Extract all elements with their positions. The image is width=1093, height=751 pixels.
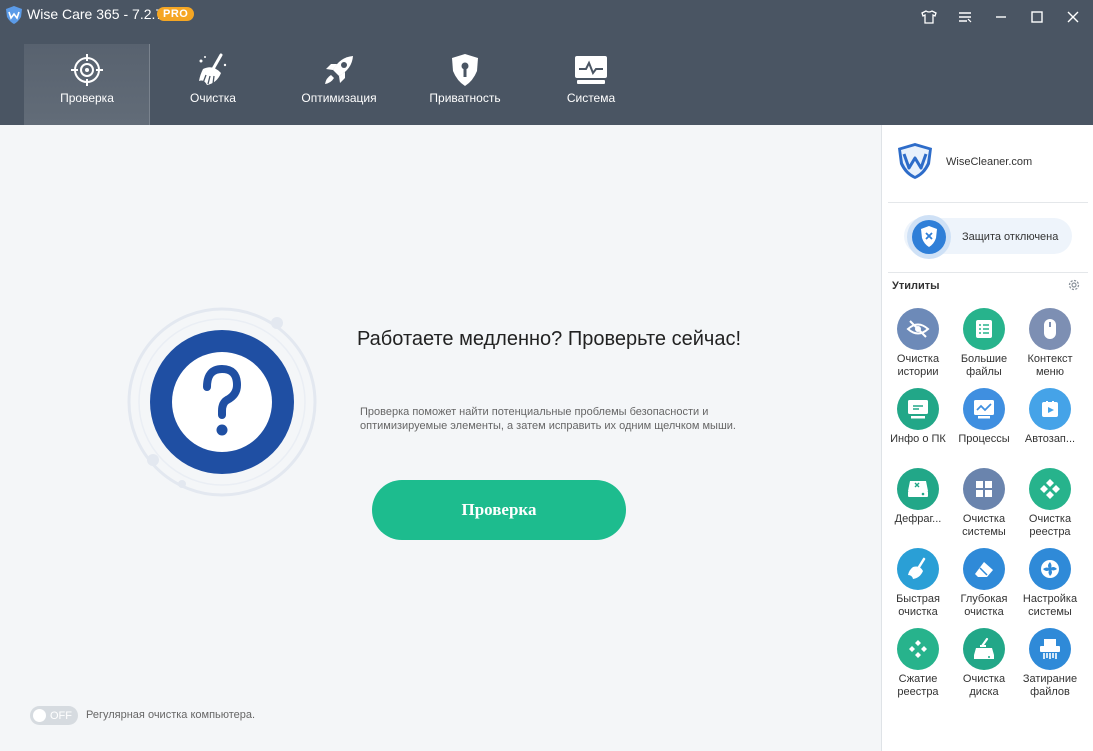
tab-cleanup[interactable]: Очистка <box>150 44 276 125</box>
gear-icon[interactable] <box>1067 278 1081 292</box>
scan-button[interactable]: Проверка <box>372 480 626 540</box>
utility-label: Очистка системы <box>962 513 1006 538</box>
tab-privacy[interactable]: Приватность <box>402 44 528 125</box>
utility-deep-cleaner[interactable]: Глубокая очистка <box>951 548 1017 619</box>
close-button[interactable] <box>1060 4 1086 30</box>
brand-link[interactable]: WiseCleaner.com <box>946 156 1032 168</box>
page-headline: Работаете медленно? Проверьте сейчас! <box>357 328 741 350</box>
utility-system-cleaner[interactable]: Очистка системы <box>951 468 1017 539</box>
maximize-icon <box>1031 11 1043 23</box>
activity-chart-icon <box>974 400 994 419</box>
app-title: Wise Care 365 - 7.2.7 <box>27 6 164 22</box>
minimize-icon <box>996 16 1006 18</box>
app-logo-icon <box>6 6 22 24</box>
utility-disk-cleaner[interactable]: Очистка диска <box>951 628 1017 699</box>
utility-label: Процессы <box>958 433 1010 445</box>
utility-label: Большие файлы <box>960 353 1008 378</box>
schedule-label: Регулярная очистка компьютера. <box>86 709 256 721</box>
utility-startup[interactable]: Автозап... <box>1017 388 1083 446</box>
tab-label: Проверка <box>60 91 114 105</box>
utility-context-menu[interactable]: Контекст меню <box>1017 308 1083 379</box>
hard-drive-icon <box>908 481 928 497</box>
utility-label: Настройка системы <box>1022 593 1078 618</box>
utility-registry-cleaner[interactable]: Очистка реестра <box>1017 468 1083 539</box>
question-ring-icon <box>127 307 317 497</box>
tab-check[interactable]: Проверка <box>24 44 150 125</box>
title-bar: Wise Care 365 - 7.2.7 PRO <box>0 0 1093 32</box>
utility-label: Быстрая очистка <box>896 593 940 618</box>
utility-label: Затирание файлов <box>1022 673 1078 698</box>
skin-button[interactable] <box>916 4 942 30</box>
broom-icon <box>199 53 227 85</box>
utility-label: Очистка реестра <box>1028 513 1072 538</box>
close-icon <box>1067 11 1079 23</box>
utility-file-shredder[interactable]: Затирание файлов <box>1017 628 1083 699</box>
wisecleaner-logo-icon <box>898 143 932 179</box>
tab-label: Система <box>566 91 616 105</box>
schedule-toggle[interactable]: OFF <box>30 706 78 725</box>
utility-large-files[interactable]: Большие файлы <box>951 308 1017 379</box>
protection-status-label: Защита отключена <box>962 231 1059 243</box>
registry-cubes-icon <box>1040 479 1060 499</box>
utility-label: Глубокая очистка <box>960 593 1008 618</box>
tab-label: Оптимизация <box>301 91 377 105</box>
utility-label: Сжатие реестра <box>897 673 939 698</box>
crosshair-icon <box>71 54 103 86</box>
tshirt-icon <box>921 10 937 24</box>
divider <box>888 272 1088 273</box>
pro-badge: PRO <box>157 7 195 21</box>
monitor-pulse-icon <box>575 56 607 84</box>
shield-x-icon <box>907 215 951 259</box>
eye-slash-icon <box>906 320 930 338</box>
header: Wise Care 365 - 7.2.7 PRO Проверка Очист… <box>0 0 1093 125</box>
tab-label: Приватность <box>429 91 501 105</box>
utility-label: Инфо о ПК <box>890 433 946 445</box>
maximize-button[interactable] <box>1024 4 1050 30</box>
tab-label: Очистка <box>190 91 236 105</box>
disk-clean-icon <box>974 637 994 659</box>
utility-pc-info[interactable]: Инфо о ПК <box>885 388 951 446</box>
utilities-title: Утилиты <box>892 280 940 292</box>
utility-defrag[interactable]: Дефраг... <box>885 468 951 526</box>
brush-icon <box>908 557 926 579</box>
toggle-state: OFF <box>50 709 72 722</box>
shield-keyhole-icon <box>452 54 478 86</box>
utility-history-cleaner[interactable]: Очистка истории <box>885 308 951 379</box>
main-panel: Работаете медленно? Проверьте сейчас! Пр… <box>0 125 881 751</box>
eraser-icon <box>975 562 993 577</box>
utility-label: Очистка истории <box>896 353 940 378</box>
page-description: Проверка поможет найти потенциальные про… <box>360 406 736 432</box>
mouse-icon <box>1044 319 1056 339</box>
utility-processes[interactable]: Процессы <box>951 388 1017 446</box>
utility-label: Контекст меню <box>1027 353 1073 378</box>
menu-list-icon <box>959 12 972 23</box>
shredder-icon <box>1040 639 1060 659</box>
divider <box>888 202 1088 203</box>
minimize-button[interactable] <box>988 4 1014 30</box>
utility-registry-defrag[interactable]: Сжатие реестра <box>885 628 951 699</box>
document-list-icon <box>976 320 992 338</box>
utility-label: Дефраг... <box>894 513 942 525</box>
rocket-icon <box>325 56 353 84</box>
sidebar: WiseCleaner.com Защита отключена Утилиты… <box>881 125 1093 751</box>
gear-fan-icon <box>1041 560 1059 578</box>
tab-system[interactable]: Система <box>528 44 654 125</box>
menu-button[interactable] <box>952 4 978 30</box>
utility-label: Автозап... <box>1024 433 1076 445</box>
utility-label: Очистка диска <box>962 673 1006 698</box>
utility-system-tuneup[interactable]: Настройка системы <box>1017 548 1083 619</box>
utility-quick-cleaner[interactable]: Быстрая очистка <box>885 548 951 619</box>
toggle-knob <box>33 709 46 722</box>
tab-optimization[interactable]: Оптимизация <box>276 44 402 125</box>
monitor-icon <box>908 400 928 419</box>
main-nav: Проверка Очистка Оптимизация Приватность… <box>24 44 654 125</box>
windows-logo-icon <box>976 481 992 497</box>
play-icon <box>1042 401 1058 417</box>
compress-cubes-icon <box>909 640 927 658</box>
